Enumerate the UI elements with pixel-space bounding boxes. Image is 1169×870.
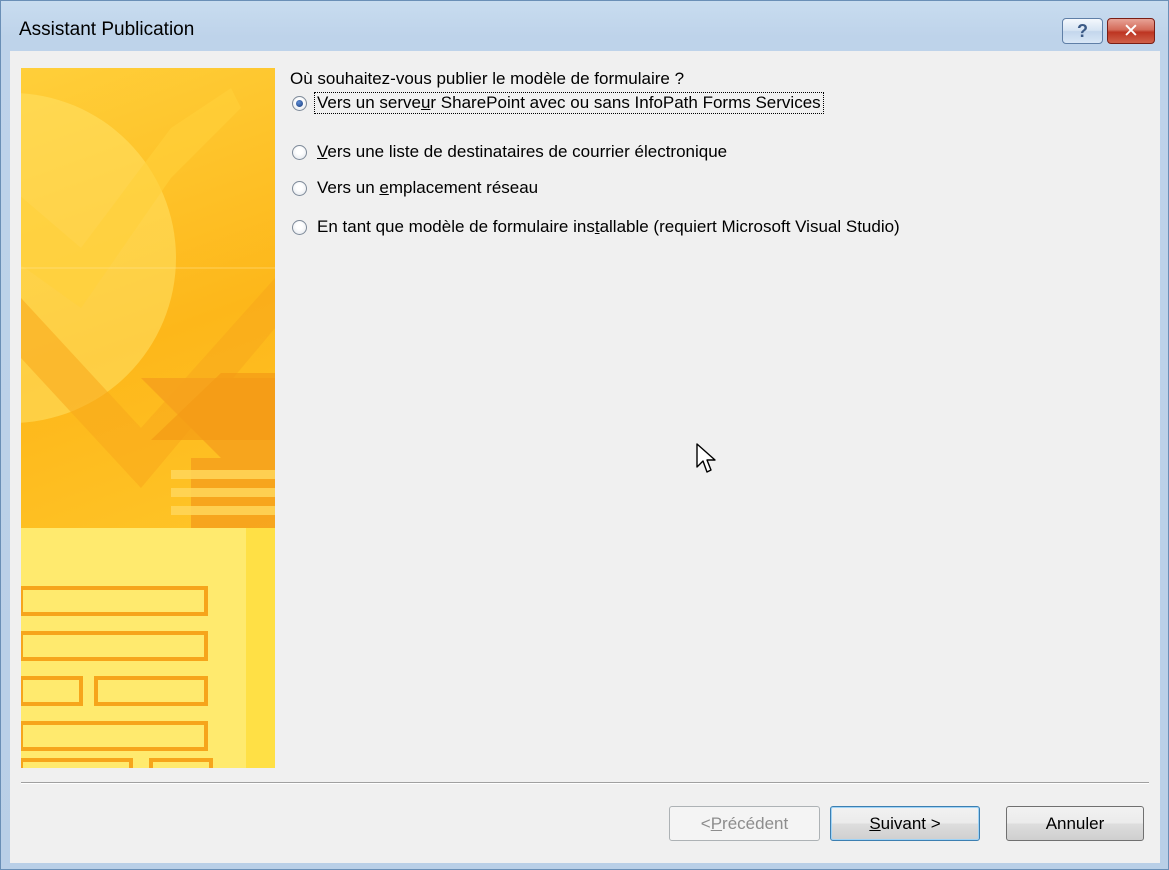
radio-installable-template[interactable] [292, 219, 307, 235]
close-button[interactable]: ✕ [1107, 18, 1155, 44]
option-network-location-label[interactable]: Vers un emplacement réseau [315, 178, 540, 198]
radio-email-recipients[interactable] [292, 144, 307, 160]
option-installable-template-label[interactable]: En tant que modèle de formulaire install… [315, 217, 902, 237]
help-button[interactable]: ? [1062, 18, 1103, 44]
wizard-banner-image [21, 68, 275, 768]
option-network-location[interactable]: Vers un emplacement réseau [292, 175, 540, 201]
globe-and-form-illustration [21, 88, 275, 768]
help-icon: ? [1077, 20, 1088, 41]
publish-location-question: Où souhaitez-vous publier le modèle de f… [290, 69, 685, 88]
cancel-button[interactable]: Annuler [1006, 806, 1144, 841]
mouse-pointer-icon [696, 443, 716, 473]
button-separator [21, 782, 1149, 784]
window-title: Assistant Publication [19, 19, 195, 40]
dialog-body: Où souhaitez-vous publier le modèle de f… [10, 51, 1160, 863]
option-sharepoint-server[interactable]: Vers un serveur SharePoint avec ou sans … [292, 90, 824, 116]
option-installable-template[interactable]: En tant que modèle de formulaire install… [292, 214, 902, 240]
close-icon: ✕ [1123, 20, 1139, 42]
publish-wizard-window: Assistant Publication ? ✕ Où souhaitez-v… [0, 0, 1169, 870]
title-bar[interactable]: Assistant Publication ? ✕ [1, 1, 1168, 51]
option-email-recipients-label[interactable]: Vers une liste de destinataires de courr… [315, 142, 729, 162]
previous-button[interactable]: < Précédent [669, 806, 820, 841]
option-sharepoint-server-label[interactable]: Vers un serveur SharePoint avec ou sans … [314, 92, 824, 114]
radio-sharepoint-server[interactable] [292, 95, 307, 111]
option-email-recipients[interactable]: Vers une liste de destinataires de courr… [292, 139, 729, 165]
radio-network-location[interactable] [292, 180, 307, 196]
next-button[interactable]: Suivant > [830, 806, 980, 841]
